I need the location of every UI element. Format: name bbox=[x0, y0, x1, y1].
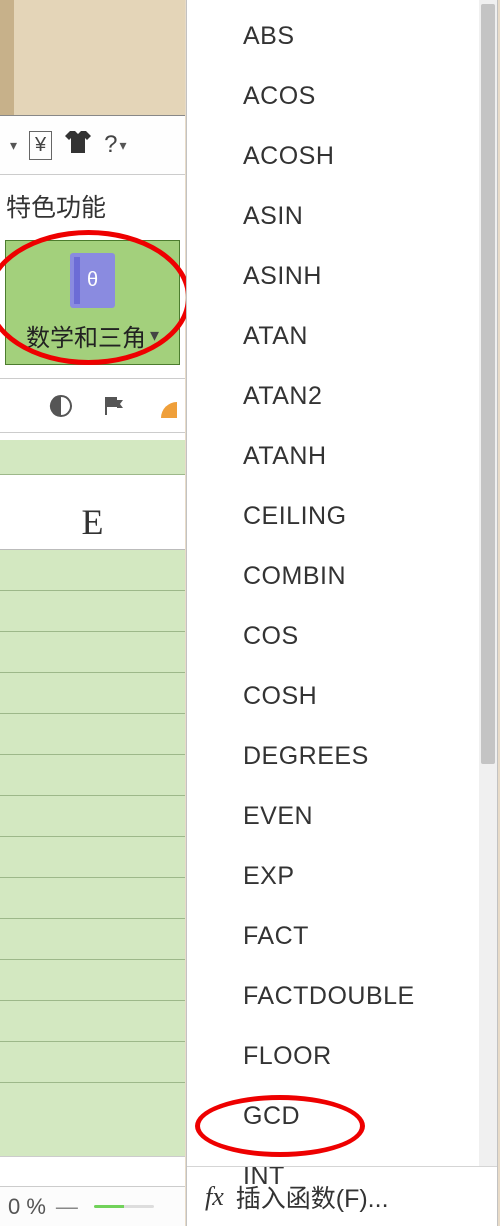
sub-toolbar bbox=[0, 378, 185, 433]
grid-row[interactable] bbox=[0, 550, 185, 591]
beige-edge bbox=[0, 0, 14, 115]
chevron-down-icon: ▾ bbox=[150, 325, 159, 346]
function-item[interactable]: COS bbox=[187, 606, 479, 666]
flag-icon[interactable] bbox=[102, 393, 128, 419]
zoom-value: 0 % bbox=[8, 1194, 46, 1220]
function-list: ABS ACOS ACOSH ASIN ASINH ATAN ATAN2 ATA… bbox=[187, 0, 479, 1166]
function-item[interactable]: ATAN2 bbox=[187, 366, 479, 426]
column-header[interactable]: E bbox=[0, 495, 185, 550]
grid-row[interactable] bbox=[0, 919, 185, 960]
header-gap bbox=[0, 475, 185, 495]
currency-icon: ¥ bbox=[29, 131, 52, 160]
scroll-thumb[interactable] bbox=[481, 4, 495, 764]
menu-scrollbar[interactable] bbox=[479, 0, 497, 1166]
function-item[interactable]: ACOSH bbox=[187, 126, 479, 186]
grid-row[interactable] bbox=[0, 591, 185, 632]
tshirt-icon bbox=[64, 129, 92, 162]
grid-row[interactable] bbox=[0, 714, 185, 755]
fx-icon: fx bbox=[205, 1182, 224, 1212]
function-item[interactable]: FLOOR bbox=[187, 1026, 479, 1086]
insert-function-label: 插入函数(F)... bbox=[236, 1179, 389, 1215]
function-item[interactable]: DEGREES bbox=[187, 726, 479, 786]
help-button[interactable]: ? ▾ bbox=[104, 131, 126, 159]
left-panel: ▾ ¥ ? ▾ 特色功能 θ 数学和三角 ▾ bbox=[0, 0, 185, 1226]
bottom-strip bbox=[0, 1156, 185, 1186]
function-item[interactable]: ASIN bbox=[187, 186, 479, 246]
grid-row[interactable] bbox=[0, 1001, 185, 1042]
grid-gap bbox=[0, 440, 185, 475]
math-book-icon: θ bbox=[70, 253, 115, 308]
function-item[interactable]: EXP bbox=[187, 846, 479, 906]
function-item[interactable]: ASINH bbox=[187, 246, 479, 306]
orange-icon[interactable] bbox=[156, 393, 182, 419]
function-item[interactable]: COSH bbox=[187, 666, 479, 726]
math-trig-wrap: θ 数学和三角 ▾ bbox=[0, 235, 185, 370]
spreadsheet-grid[interactable]: E bbox=[0, 440, 185, 1156]
grid-row[interactable] bbox=[0, 837, 185, 878]
math-trig-text: 数学和三角 bbox=[26, 318, 146, 353]
function-item[interactable]: ATAN bbox=[187, 306, 479, 366]
theta-glyph: θ bbox=[87, 269, 98, 292]
grid-row[interactable] bbox=[0, 960, 185, 1001]
function-item[interactable]: CEILING bbox=[187, 486, 479, 546]
help-icon: ? bbox=[104, 131, 117, 159]
mini-toolbar: ▾ ¥ ? ▾ bbox=[0, 115, 185, 175]
function-item[interactable]: EVEN bbox=[187, 786, 479, 846]
math-trig-button[interactable]: θ 数学和三角 ▾ bbox=[5, 240, 180, 365]
function-item[interactable]: ACOS bbox=[187, 66, 479, 126]
app-stage: ▾ ¥ ? ▾ 特色功能 θ 数学和三角 ▾ bbox=[0, 0, 500, 1226]
function-item[interactable]: ATANH bbox=[187, 426, 479, 486]
math-trig-label: 数学和三角 ▾ bbox=[26, 318, 159, 353]
grid-row[interactable] bbox=[0, 632, 185, 673]
chevron-down-icon: ▾ bbox=[120, 137, 127, 154]
grid-row[interactable] bbox=[0, 1042, 185, 1083]
chevron-down-icon: ▾ bbox=[10, 137, 17, 154]
beige-strip bbox=[0, 0, 185, 115]
function-item[interactable]: GCD bbox=[187, 1086, 479, 1146]
doc-icon[interactable] bbox=[48, 393, 74, 419]
features-label: 特色功能 bbox=[0, 178, 185, 233]
tshirt-button[interactable] bbox=[64, 129, 92, 162]
function-item[interactable]: FACTDOUBLE bbox=[187, 966, 479, 1026]
status-bar: 0 % — bbox=[0, 1186, 185, 1226]
grid-row[interactable] bbox=[0, 755, 185, 796]
zoom-slider[interactable] bbox=[94, 1205, 154, 1208]
function-item[interactable]: COMBIN bbox=[187, 546, 479, 606]
toolbar-drop1[interactable]: ▾ bbox=[8, 137, 17, 154]
grid-row[interactable] bbox=[0, 878, 185, 919]
grid-row[interactable] bbox=[0, 796, 185, 837]
function-dropdown: ABS ACOS ACOSH ASIN ASINH ATAN ATAN2 ATA… bbox=[186, 0, 498, 1226]
function-item[interactable]: FACT bbox=[187, 906, 479, 966]
insert-function-footer[interactable]: fx 插入函数(F)... bbox=[187, 1166, 497, 1226]
currency-button[interactable]: ¥ bbox=[29, 131, 52, 160]
grid-row[interactable] bbox=[0, 673, 185, 714]
function-item[interactable]: ABS bbox=[187, 6, 479, 66]
zoom-dash-glyph: — bbox=[56, 1194, 78, 1220]
